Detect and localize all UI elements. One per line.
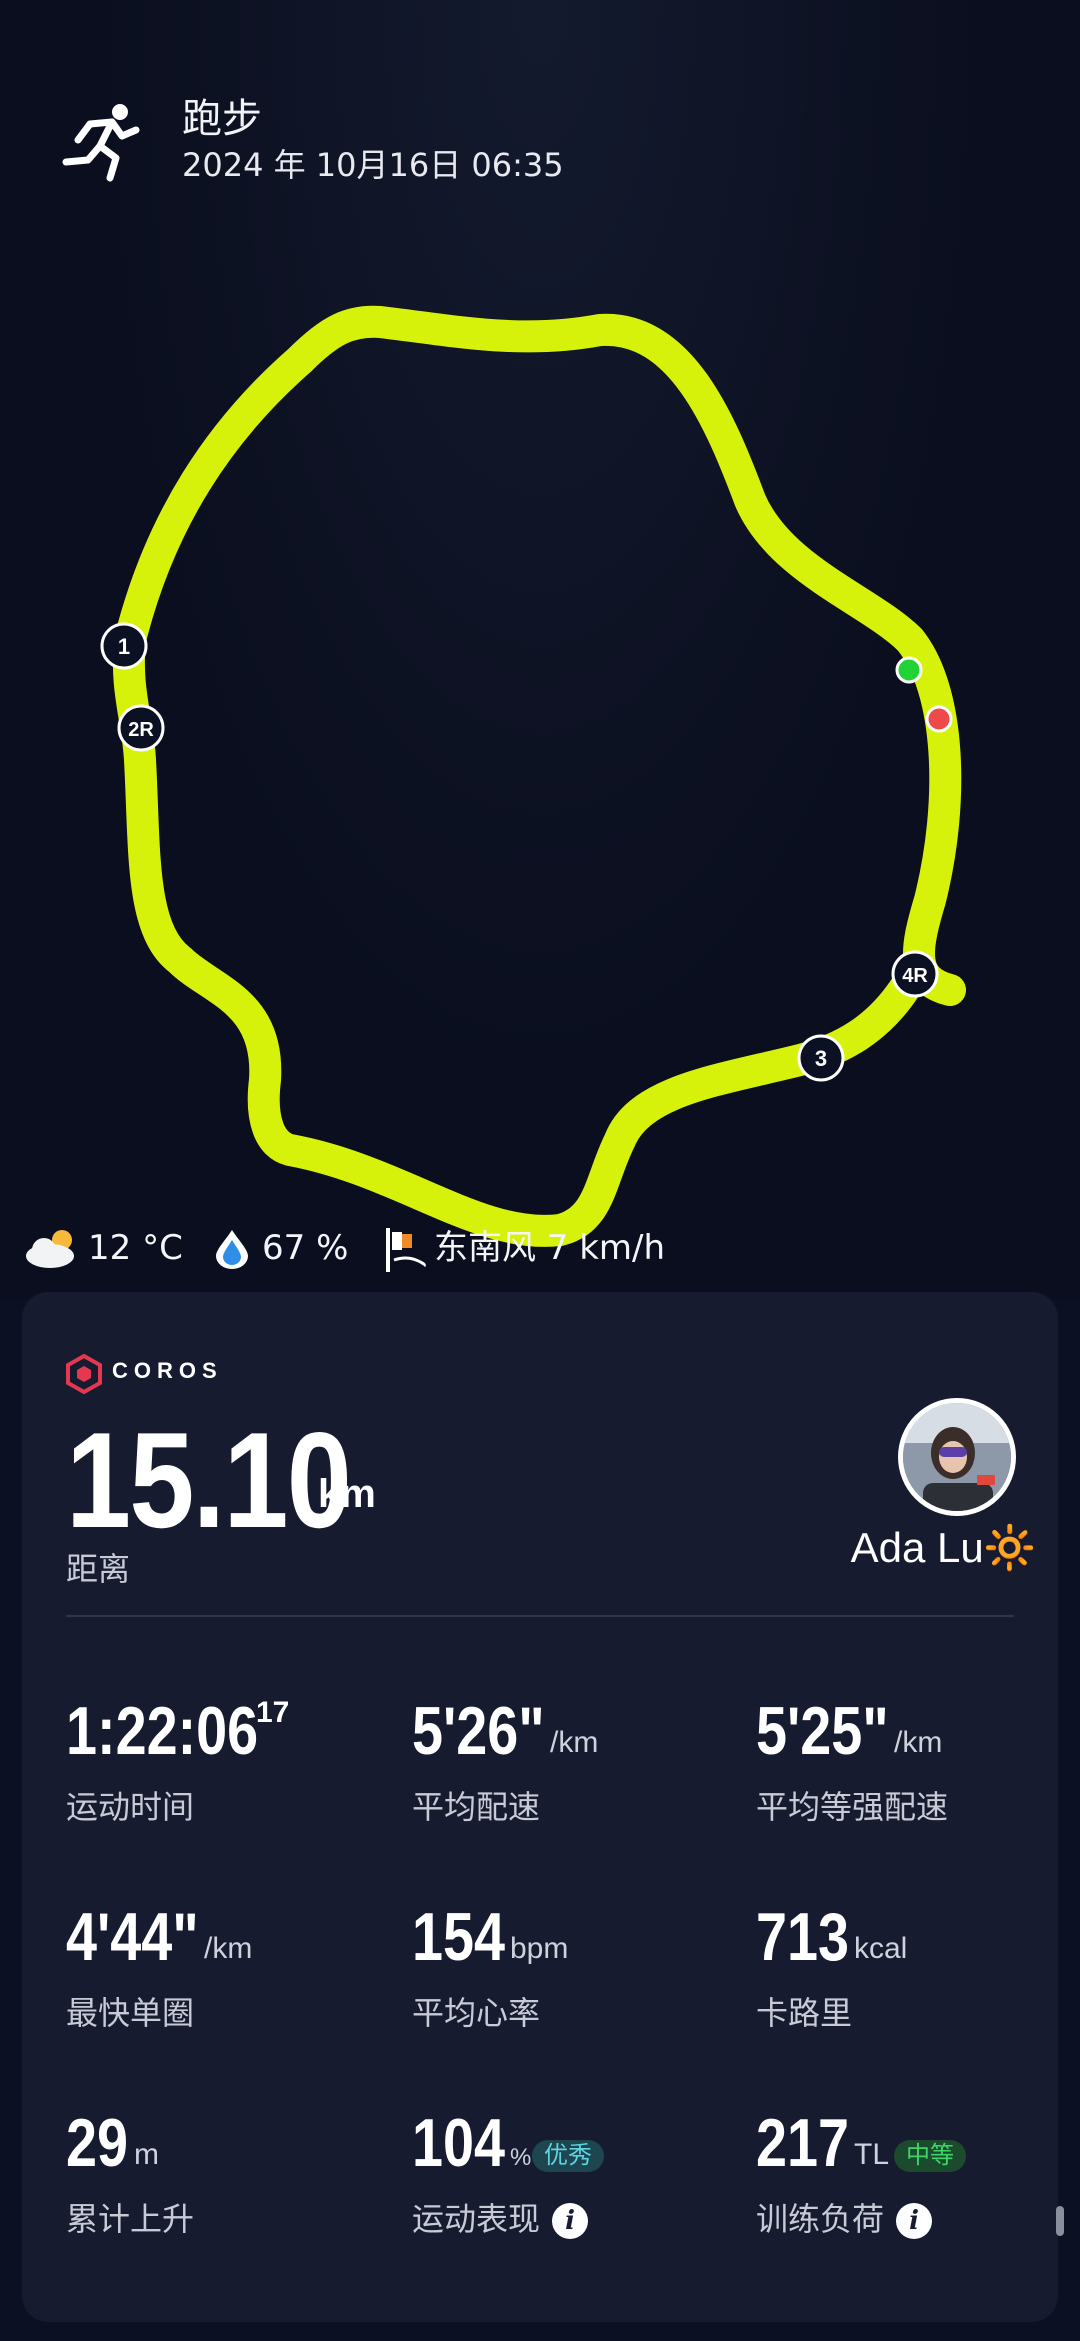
training-load-unit: TL bbox=[854, 2138, 890, 2171]
coros-logo-icon bbox=[66, 1354, 102, 1394]
weather-row: 12 °C 67 % 东南风 7 km/h bbox=[20, 1218, 1020, 1278]
avg-pace-unit: /km bbox=[550, 1726, 599, 1759]
performance-info-icon[interactable]: i bbox=[552, 2203, 589, 2239]
best-lap-unit: /km bbox=[204, 1932, 253, 1965]
training-load-label: 训练负荷 i bbox=[756, 2194, 933, 2240]
avg-heart-rate-unit: bpm bbox=[510, 1932, 569, 1965]
stat-performance: 104 % 优秀 运动表现 i bbox=[412, 2104, 732, 2244]
lap-marker-label: 4R bbox=[902, 965, 928, 987]
duration-hundredths: 17 bbox=[256, 1696, 290, 1729]
temperature-text: 12 °C bbox=[88, 1228, 183, 1268]
route-path bbox=[112, 305, 966, 1247]
lap-marker-3[interactable]: 3 bbox=[797, 1034, 845, 1082]
brand-name: COROS bbox=[112, 1358, 223, 1383]
humidity-drop-icon bbox=[216, 1230, 248, 1269]
performance-badge: 优秀 bbox=[532, 2140, 604, 2172]
wind-text: 东南风 7 km/h bbox=[434, 1228, 666, 1268]
duration-value: 1:22:06 bbox=[66, 1693, 259, 1769]
wind-flag-icon bbox=[386, 1228, 426, 1272]
calories-label: 卡路里 bbox=[756, 1994, 853, 2032]
distance-label: 距离 bbox=[66, 1550, 131, 1588]
partly-cloudy-icon bbox=[26, 1230, 74, 1268]
best-lap-label: 最快单圈 bbox=[66, 1994, 195, 2032]
calories-unit: kcal bbox=[854, 1932, 908, 1965]
lap-marker-label: 1 bbox=[118, 634, 130, 659]
stat-ascent: 29 m 累计上升 bbox=[66, 2104, 386, 2244]
adjusted-pace-label: 平均等强配速 bbox=[756, 1788, 949, 1826]
performance-label: 运动表现 i bbox=[412, 2194, 589, 2240]
stat-duration: 1:22:06 17 运动时间 bbox=[66, 1692, 386, 1832]
avg-pace-value: 5'26" bbox=[412, 1693, 545, 1769]
activity-title: 跑步 bbox=[182, 96, 262, 142]
training-load-info-icon[interactable]: i bbox=[896, 2203, 933, 2239]
stat-avg-heart-rate: 154 bpm 平均心率 bbox=[412, 1898, 732, 2038]
route-end-dot bbox=[925, 705, 953, 733]
lap-marker-4r[interactable]: 4R bbox=[891, 950, 939, 998]
distance-value: 15.10 km bbox=[66, 1402, 396, 1558]
avg-heart-rate-value: 154 bbox=[412, 1899, 506, 1975]
avatar-photo bbox=[903, 1403, 1011, 1511]
route-start-dot bbox=[895, 656, 923, 684]
distance-unit: km bbox=[318, 1472, 376, 1516]
avatar[interactable] bbox=[898, 1398, 1016, 1516]
ascent-unit: m bbox=[134, 2138, 159, 2171]
ascent-label: 累计上升 bbox=[66, 2200, 195, 2238]
training-load-label-text: 训练负荷 bbox=[756, 2200, 885, 2238]
performance-label-text: 运动表现 bbox=[412, 2200, 541, 2238]
lap-marker-2r[interactable]: 2R bbox=[117, 704, 165, 752]
activity-datetime: 2024 年 10月16日 06:35 bbox=[182, 146, 564, 184]
running-person-icon bbox=[62, 104, 140, 182]
lap-marker-label: 3 bbox=[815, 1046, 827, 1071]
activity-header: 跑步 2024 年 10月16日 06:35 bbox=[60, 80, 760, 190]
humidity-text: 67 % bbox=[262, 1228, 349, 1268]
performance-value: 104 bbox=[412, 2105, 506, 2181]
calories-value: 713 bbox=[756, 1899, 850, 1975]
stat-adjusted-pace: 5'25" /km 平均等强配速 bbox=[756, 1692, 1076, 1832]
activity-summary-card: COROS 15.10 km 距离 Ada Lu🔆 1:22:06 17 运动时… bbox=[22, 1292, 1058, 2322]
card-divider bbox=[66, 1615, 1014, 1617]
adjusted-pace-value: 5'25" bbox=[756, 1693, 889, 1769]
performance-unit: % bbox=[510, 2144, 532, 2171]
user-name: Ada Lu🔆 bbox=[850, 1524, 1036, 1571]
scroll-handle[interactable] bbox=[1056, 2206, 1064, 2236]
ascent-value: 29 bbox=[66, 2105, 129, 2181]
stat-best-lap: 4'44" /km 最快单圈 bbox=[66, 1898, 386, 2038]
training-load-value: 217 bbox=[756, 2105, 850, 2181]
avg-pace-label: 平均配速 bbox=[412, 1788, 541, 1826]
route-map[interactable]: 1 2R 3 4R bbox=[0, 200, 1080, 1260]
duration-label: 运动时间 bbox=[66, 1788, 195, 1826]
stat-calories: 713 kcal 卡路里 bbox=[756, 1898, 1076, 2038]
training-load-badge: 中等 bbox=[894, 2140, 966, 2172]
stat-training-load: 217 TL 中等 训练负荷 i bbox=[756, 2104, 1076, 2244]
avg-heart-rate-label: 平均心率 bbox=[412, 1994, 541, 2032]
stat-avg-pace: 5'26" /km 平均配速 bbox=[412, 1692, 732, 1832]
distance-number: 15.10 bbox=[66, 1404, 352, 1556]
lap-marker-1[interactable]: 1 bbox=[100, 622, 148, 670]
lap-marker-label: 2R bbox=[128, 719, 154, 741]
adjusted-pace-unit: /km bbox=[894, 1726, 943, 1759]
best-lap-value: 4'44" bbox=[66, 1899, 199, 1975]
